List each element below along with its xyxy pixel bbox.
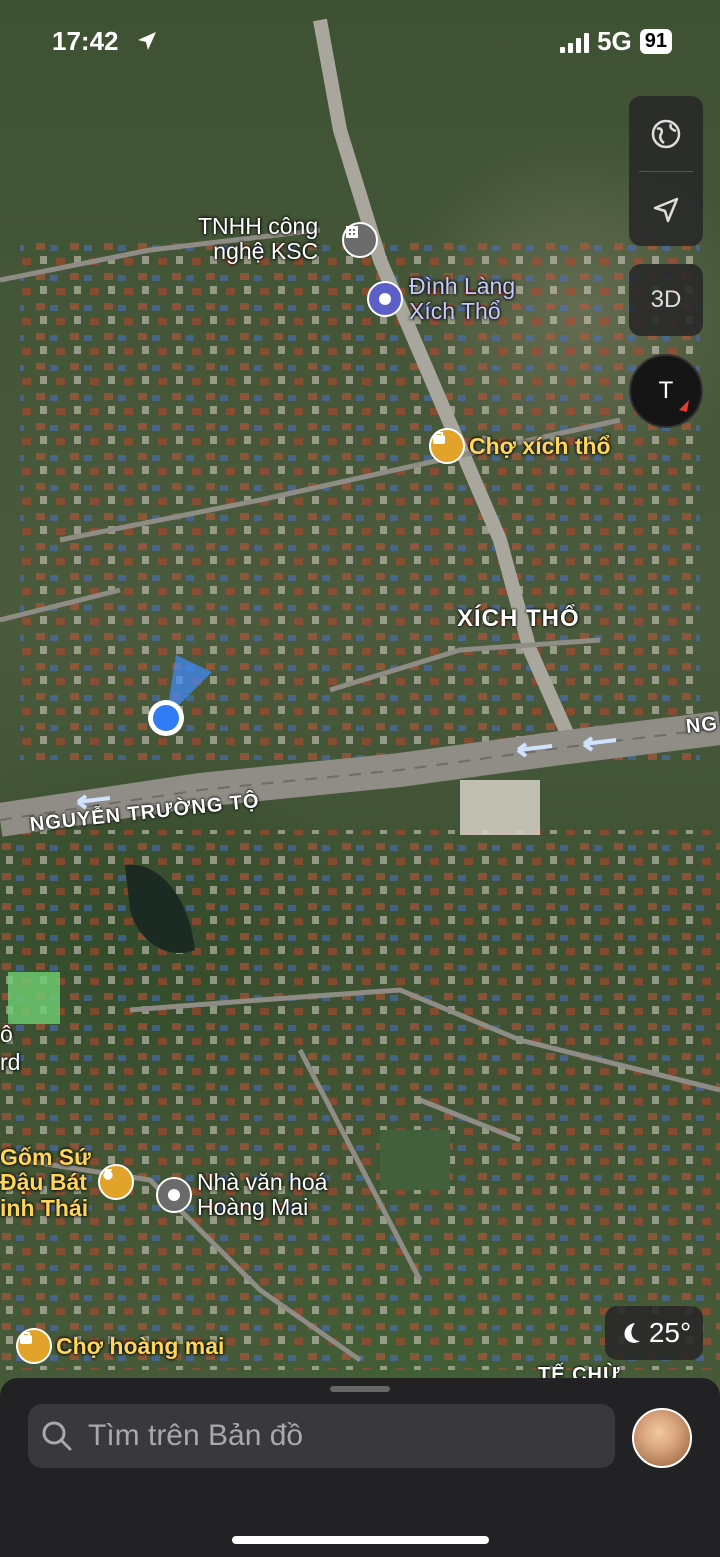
shopping-bag-icon[interactable] bbox=[16, 1328, 52, 1364]
location-arrow-icon bbox=[653, 197, 679, 222]
poi-label-dinh-lang[interactable]: Đình Làng Xích Thổ bbox=[409, 273, 515, 325]
search-input[interactable]: Tìm trên Bản đồ bbox=[28, 1404, 615, 1468]
search-icon bbox=[42, 1421, 72, 1451]
poi-label-nha-van-hoa[interactable]: Nhà văn hoá Hoàng Mai bbox=[197, 1169, 327, 1221]
sheet-grabber[interactable] bbox=[330, 1386, 390, 1392]
home-indicator[interactable] bbox=[232, 1536, 489, 1544]
network-type: 5G bbox=[597, 26, 632, 56]
search-placeholder: Tìm trên Bản đồ bbox=[88, 1419, 304, 1452]
landmark-icon[interactable] bbox=[156, 1177, 192, 1213]
poi-label-cho-xich-tho[interactable]: Chợ xích thổ bbox=[469, 433, 611, 459]
landmark-icon[interactable] bbox=[367, 281, 403, 317]
compass-needle-icon bbox=[679, 400, 689, 412]
view-3d-label: 3D bbox=[650, 286, 682, 313]
compass-letter: T bbox=[658, 377, 674, 404]
poi-label-tnhh[interactable]: TNHH công nghệ KSC bbox=[198, 213, 318, 265]
globe-icon bbox=[651, 119, 681, 148]
bottom-sheet[interactable]: Tìm trên Bản đồ bbox=[0, 1378, 720, 1557]
area-label: XÍCH THỔ bbox=[457, 605, 580, 632]
shopping-bag-icon[interactable] bbox=[429, 428, 465, 464]
poi-label-cho-hoang-mai[interactable]: Chợ hoàng mai bbox=[56, 1333, 224, 1359]
road-label-edge: NG bbox=[684, 712, 719, 738]
view-3d-button[interactable]: 3D bbox=[629, 264, 703, 336]
signal-icon bbox=[560, 31, 590, 53]
status-bar: 17:42 5G 91 bbox=[0, 18, 720, 62]
weather-widget[interactable]: 25° bbox=[605, 1306, 703, 1360]
moon-icon bbox=[624, 1323, 640, 1343]
pottery-icon[interactable] bbox=[98, 1164, 134, 1200]
location-services-icon bbox=[136, 28, 158, 59]
avatar[interactable] bbox=[632, 1408, 692, 1468]
clock: 17:42 bbox=[52, 26, 119, 56]
locate-button[interactable] bbox=[629, 172, 703, 247]
edge-label-rd: rd bbox=[0, 1049, 21, 1075]
edge-label-o: ô bbox=[0, 1021, 13, 1047]
map-type-button[interactable] bbox=[629, 96, 703, 171]
map-controls bbox=[629, 96, 703, 246]
building-icon[interactable] bbox=[342, 222, 378, 258]
battery-indicator: 91 bbox=[639, 29, 672, 54]
compass-button[interactable]: T bbox=[629, 354, 703, 428]
poi-label-gom-su[interactable]: Gốm Sứ Đậu Bát inh Thái bbox=[0, 1144, 91, 1221]
weather-temp: 25° bbox=[648, 1317, 692, 1348]
